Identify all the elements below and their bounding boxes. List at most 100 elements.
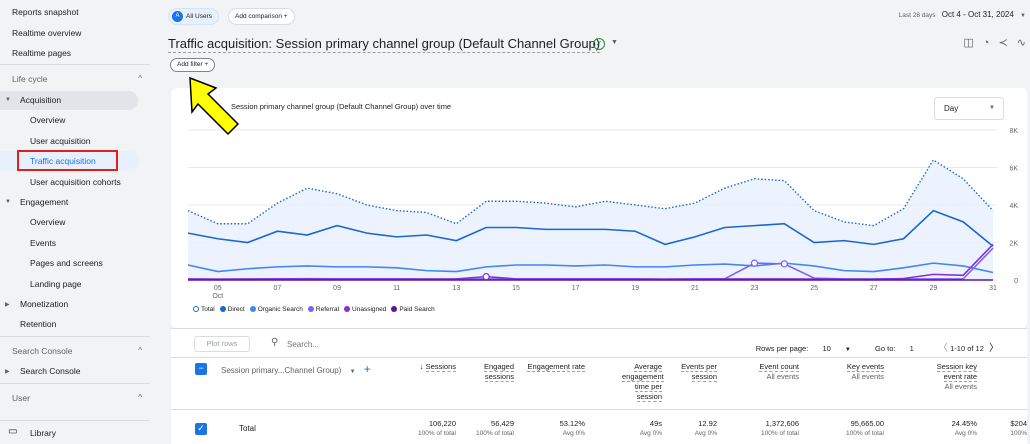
prev-page-icon[interactable]: 〈 bbox=[938, 343, 948, 354]
check-circle-icon[interactable]: ✓ bbox=[593, 38, 605, 50]
y-tick-label: 8K bbox=[1009, 128, 1018, 135]
sidebar-divider bbox=[0, 336, 150, 337]
total-value: 1,372,606 bbox=[765, 419, 799, 428]
add-comparison-button[interactable]: Add comparison + bbox=[228, 8, 295, 25]
column-header[interactable]: Key events All events bbox=[826, 362, 884, 382]
dimension-header[interactable]: Session primary...Channel Group) ▼ + bbox=[221, 362, 371, 376]
x-tick-label: 19 bbox=[631, 285, 639, 292]
sidebar-item-monetization[interactable]: Monetization bbox=[20, 296, 68, 312]
add-filter-button[interactable]: Add filter + bbox=[170, 58, 216, 72]
sort-arrow-icon: ↓ bbox=[419, 362, 426, 371]
total-value: 12.92 bbox=[698, 419, 717, 428]
legend-label[interactable]: Total bbox=[201, 306, 215, 313]
legend-label[interactable]: Organic Search bbox=[258, 306, 303, 313]
legend-label[interactable]: Direct bbox=[228, 306, 245, 313]
column-header[interactable]: ↓ Sessions bbox=[398, 362, 456, 372]
x-tick-label: 29 bbox=[929, 285, 937, 292]
compare-columns-icon[interactable]: ◫ bbox=[963, 37, 973, 49]
page-title[interactable]: Traffic acquisition: Session primary cha… bbox=[168, 36, 601, 53]
legend-label[interactable]: Paid Search bbox=[399, 306, 434, 313]
x-tick-label: 09 bbox=[333, 285, 341, 292]
table-search-input[interactable] bbox=[287, 336, 487, 352]
rows-per-page-select[interactable]: 10 bbox=[822, 344, 830, 353]
customize-report-icon[interactable]: ◔ bbox=[983, 37, 990, 49]
legend-swatch bbox=[307, 306, 314, 312]
y-tick-label: 6K bbox=[1009, 166, 1018, 173]
total-subtext: Avg 0% bbox=[639, 430, 662, 437]
pagination: Rows per page: 10 ▼ Go to: 1 〈 1-10 of 1… bbox=[756, 339, 999, 354]
plot-rows-button[interactable]: Plot rows bbox=[194, 336, 250, 352]
next-page-icon[interactable]: 〉 bbox=[989, 343, 999, 354]
data-point-marker bbox=[750, 259, 759, 267]
all-users-label: All Users bbox=[186, 13, 213, 20]
insights-icon[interactable]: ∿ bbox=[1017, 37, 1026, 49]
share-icon[interactable]: ≺ bbox=[999, 37, 1008, 49]
x-tick-label: 21 bbox=[691, 285, 699, 292]
total-cell: 56,429 100% of total bbox=[476, 419, 514, 439]
sidebar-item-engagement[interactable]: Engagement bbox=[20, 194, 68, 210]
sidebar-item-reports-snapshot[interactable]: Reports snapshot bbox=[12, 4, 79, 20]
annotation-arrow-icon bbox=[189, 76, 240, 136]
column-event-filter[interactable]: All events bbox=[826, 372, 884, 382]
sidebar-item-user-acquisition[interactable]: User acquisition bbox=[30, 133, 90, 149]
sidebar-item-search-console[interactable]: Search Console bbox=[20, 363, 80, 379]
sidebar-item-pages-and-screens[interactable]: Pages and screens bbox=[30, 255, 103, 271]
add-dimension-plus-icon[interactable]: + bbox=[364, 362, 371, 376]
column-header[interactable]: Engagement rate bbox=[527, 362, 585, 372]
chevron-down-icon[interactable]: ▼ bbox=[845, 347, 851, 353]
triangle-down-icon: ▼ bbox=[5, 199, 11, 205]
column-event-filter[interactable]: All events bbox=[741, 372, 799, 382]
total-value: 106,220 bbox=[428, 419, 456, 428]
sidebar-item-acquisition[interactable]: Acquisition bbox=[20, 92, 61, 108]
legend-label[interactable]: Referral bbox=[316, 306, 339, 313]
sidebar-section-lifecycle[interactable]: Life cycle ^ bbox=[12, 71, 150, 87]
column-header-label: Session key event rate bbox=[936, 362, 977, 382]
x-tick-label: 27 bbox=[870, 285, 878, 292]
total-subtext: 100% of total bbox=[846, 430, 884, 437]
select-all-checkbox[interactable]: − bbox=[195, 363, 207, 375]
row-checkbox-total[interactable]: ✓ bbox=[195, 423, 207, 435]
sidebar-item-eng-overview[interactable]: Overview bbox=[30, 214, 65, 230]
sidebar-item-traffic-acquisition[interactable]: Traffic acquisition bbox=[30, 153, 96, 169]
goto-input[interactable]: 1 bbox=[910, 344, 914, 353]
column-header[interactable]: Engaged sessions bbox=[456, 362, 514, 382]
sidebar-item-events[interactable]: Events bbox=[30, 235, 56, 251]
goto-label: Go to: bbox=[875, 344, 896, 353]
column-header[interactable]: Session key event rate All events bbox=[919, 362, 977, 392]
total-cell: 53.12% Avg 0% bbox=[560, 419, 585, 439]
column-header[interactable]: Average engagement time per session bbox=[622, 362, 664, 402]
total-cell: $204 100% bbox=[1010, 419, 1027, 439]
column-header[interactable]: Events per session bbox=[659, 362, 717, 382]
library-bar[interactable]: ▭ Library bbox=[0, 420, 150, 444]
total-value: 24.45% bbox=[951, 419, 977, 428]
sidebar-item-realtime-overview[interactable]: Realtime overview bbox=[12, 25, 81, 41]
sidebar-item-retention[interactable]: Retention bbox=[20, 316, 56, 332]
column-event-filter[interactable]: All events bbox=[919, 382, 977, 392]
sidebar-section-search-console[interactable]: Search Console ^ bbox=[12, 343, 150, 359]
sidebar-item-user-acquisition-cohorts[interactable]: User acquisition cohorts bbox=[30, 174, 121, 190]
legend-label[interactable]: Unassigned bbox=[352, 306, 386, 313]
column-header[interactable]: Event count All events bbox=[741, 362, 799, 382]
total-cell: 49s Avg 0% bbox=[640, 419, 662, 439]
chevron-down-icon[interactable]: ▼ bbox=[611, 39, 618, 46]
column-header-label: Sessions bbox=[425, 362, 456, 372]
chevron-down-icon: ▼ bbox=[1020, 13, 1026, 19]
date-range-picker[interactable]: Last 28 days Oct 4 - Oct 31, 2024 ▼ bbox=[899, 10, 1026, 19]
date-range-value: Oct 4 - Oct 31, 2024 bbox=[941, 10, 1014, 19]
y-tick-label: 4K bbox=[1009, 203, 1018, 210]
sidebar-item-realtime-pages[interactable]: Realtime pages bbox=[12, 45, 71, 61]
all-users-chip[interactable]: A All Users bbox=[168, 8, 220, 25]
total-cell: 95,665.00 100% of total bbox=[846, 419, 884, 439]
sidebar-item-landing-page[interactable]: Landing page bbox=[30, 276, 82, 292]
sidebar-item-acq-overview[interactable]: Overview bbox=[30, 112, 65, 128]
sidebar-section-user[interactable]: User ^ bbox=[12, 390, 150, 406]
total-subtext: 100% of total bbox=[418, 430, 456, 437]
search-console-section-label: Search Console bbox=[12, 346, 73, 356]
sidebar-divider bbox=[0, 64, 150, 65]
plus-icon: + bbox=[283, 13, 288, 20]
total-subtext: Avg 0% bbox=[562, 430, 585, 437]
total-area bbox=[188, 160, 993, 280]
plus-icon: + bbox=[204, 61, 209, 68]
legend-swatch bbox=[219, 306, 226, 312]
x-tick-label: 17 bbox=[572, 285, 580, 292]
